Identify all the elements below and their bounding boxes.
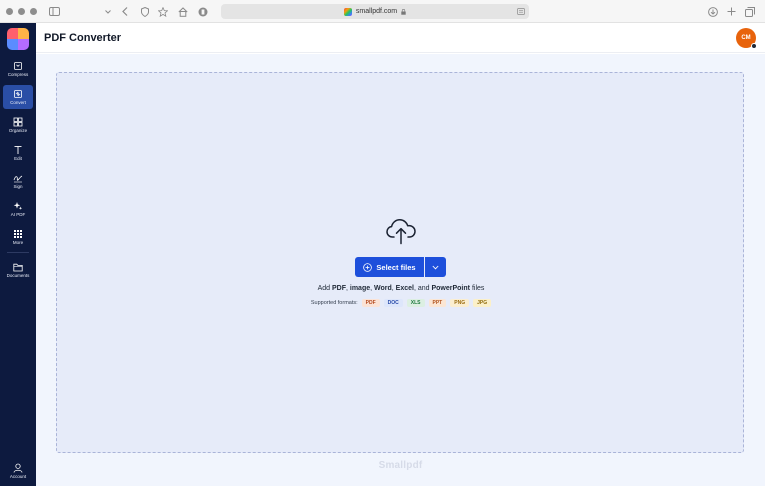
ai-pdf-icon (13, 202, 23, 210)
footer-brand-logo: Smallpdf (378, 460, 423, 471)
format-badge: PDF (361, 299, 380, 307)
avatar[interactable]: CM (736, 28, 757, 49)
zoom-window-button[interactable] (30, 8, 37, 15)
supported-formats: Supported formats: PDF DOC XLS PPT PNG J… (57, 299, 745, 307)
avatar-initials: CM (741, 35, 751, 41)
sidebar-item-sign[interactable]: Sign (3, 169, 33, 193)
download-icon[interactable] (707, 4, 718, 19)
type-powerpoint: PowerPoint (431, 285, 470, 292)
select-files-button[interactable]: Select files (355, 257, 424, 277)
compress-icon (14, 62, 22, 70)
user-icon (13, 463, 23, 473)
more-icon (14, 230, 22, 238)
sidebar-item-organize[interactable]: Organize (3, 113, 33, 137)
sidebar-item-ai-pdf[interactable]: AI PDF (3, 197, 33, 221)
add-suffix: files (470, 285, 485, 292)
browser-toolbar: smallpdf.com (0, 0, 765, 23)
privacy-shield-icon[interactable] (140, 4, 149, 19)
sidebar-item-label: More (12, 240, 24, 245)
select-source-dropdown[interactable] (425, 257, 446, 277)
chevron-down-icon (432, 265, 439, 269)
select-files-group: Select files (355, 257, 446, 277)
type-word: Word (374, 285, 392, 292)
reader-icon[interactable] (516, 4, 525, 19)
separator: , and (413, 285, 432, 292)
convert-icon (14, 90, 22, 98)
sidebar-item-documents[interactable]: Documents (3, 258, 33, 282)
type-excel: Excel (395, 285, 414, 292)
type-image: image (349, 285, 371, 292)
sidebar-item-label: Edit (14, 156, 22, 161)
lock-icon (401, 8, 406, 15)
format-badge: PNG (450, 299, 470, 307)
sign-icon (13, 175, 23, 183)
folder-icon (13, 263, 23, 271)
sidebar-item-more[interactable]: More (3, 225, 33, 249)
sidebar-item-label: Convert (10, 100, 26, 105)
file-dropzone[interactable]: Select files Add PDF, image, Word, Excel… (56, 72, 744, 453)
edit-icon (14, 146, 22, 154)
supported-formats-label: Supported formats: (310, 300, 358, 306)
sidebar-toggle-icon[interactable] (48, 4, 60, 19)
sidebar-item-label: Sign (13, 184, 23, 189)
sidebar-item-label: Compress (7, 72, 29, 77)
site-favicon-icon (343, 7, 352, 16)
address-bar[interactable]: smallpdf.com (221, 4, 529, 19)
new-tab-icon[interactable] (726, 4, 736, 19)
format-badge: PPT (428, 299, 447, 307)
app-sidebar: Compress Convert Organize Edit Sign AI P… (0, 23, 36, 486)
home-icon[interactable] (178, 4, 188, 19)
extension-icon[interactable] (198, 4, 208, 19)
sidebar-item-label: AI PDF (10, 212, 26, 217)
tab-overview-icon[interactable] (744, 4, 755, 19)
plus-circle-icon (363, 262, 373, 272)
cloud-upload-icon (386, 219, 416, 245)
main-content: Select files Add PDF, image, Word, Excel… (36, 54, 765, 486)
type-pdf: PDF (332, 285, 346, 292)
smallpdf-logo[interactable] (7, 28, 29, 50)
format-badge: DOC (383, 299, 403, 307)
back-arrow-icon[interactable] (120, 4, 129, 19)
sidebar-item-label: Documents (6, 272, 30, 278)
sidebar-item-label: Account (9, 474, 27, 479)
url-text: smallpdf.com (355, 8, 398, 15)
page-title: PDF Converter (44, 32, 122, 44)
star-icon[interactable] (158, 4, 168, 19)
app-header: PDF Converter CM (36, 23, 765, 53)
chevron-down-icon[interactable] (104, 4, 112, 19)
organize-icon (13, 117, 23, 127)
sidebar-item-label: Organize (8, 128, 28, 133)
sidebar-item-account[interactable]: Account (3, 459, 33, 483)
minimize-window-button[interactable] (18, 8, 25, 15)
sidebar-divider (7, 252, 29, 253)
sidebar-item-convert[interactable]: Convert (3, 85, 33, 109)
sidebar-item-compress[interactable]: Compress (3, 57, 33, 81)
format-badge: XLS (406, 299, 425, 307)
add-prefix: Add (317, 285, 332, 292)
close-window-button[interactable] (6, 8, 13, 15)
avatar-status-dot (751, 43, 757, 49)
format-badge: JPG (473, 299, 492, 307)
select-files-label: Select files (376, 262, 416, 272)
supported-types-text: Add PDF, image, Word, Excel, and PowerPo… (57, 285, 745, 292)
sidebar-item-edit[interactable]: Edit (3, 141, 33, 165)
